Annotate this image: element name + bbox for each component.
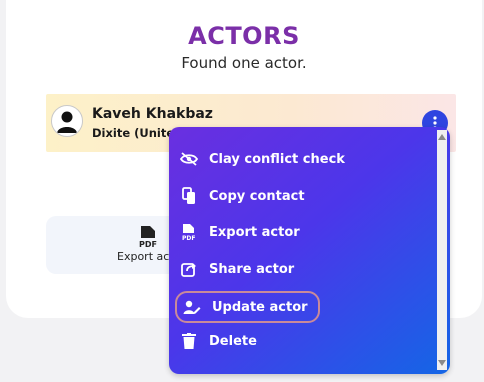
page-title: ACTORS	[188, 22, 300, 50]
results-count: Found one actor.	[181, 54, 307, 72]
conflict-check-icon	[179, 149, 199, 169]
menu-item-update-actor[interactable]: Update actor	[175, 291, 320, 323]
pdf-file-icon: PDF	[137, 225, 159, 253]
menu-item-share-actor[interactable]: Share actor	[179, 255, 294, 283]
menu-item-label: Copy contact	[209, 188, 305, 204]
scroll-up-arrow-icon[interactable]	[438, 134, 446, 140]
menu-item-export-actor[interactable]: PDF Export actor	[179, 218, 300, 246]
menu-scrollbar[interactable]	[437, 130, 447, 370]
svg-text:PDF: PDF	[139, 240, 157, 249]
menu-item-clay-conflict-check[interactable]: Clay conflict check	[179, 145, 345, 173]
actor-actions-menu: Clay conflict check Copy contact PDF Exp…	[169, 127, 450, 374]
menu-item-label: Export actor	[209, 224, 300, 240]
user-edit-icon	[182, 297, 202, 317]
trash-icon	[179, 331, 199, 351]
scroll-down-arrow-icon[interactable]	[438, 360, 446, 366]
svg-text:PDF: PDF	[182, 235, 195, 241]
menu-item-label: Update actor	[212, 299, 308, 315]
copy-icon	[179, 186, 199, 206]
menu-item-label: Share actor	[209, 261, 295, 277]
share-icon	[179, 259, 199, 279]
menu-item-label: Delete	[209, 333, 257, 349]
menu-item-label: Clay conflict check	[209, 151, 345, 167]
menu-item-delete[interactable]: Delete	[179, 327, 257, 355]
avatar-icon	[51, 105, 83, 137]
actor-name: Kaveh Khakbaz	[92, 106, 213, 122]
menu-item-copy-contact[interactable]: Copy contact	[179, 182, 305, 210]
pdf-file-icon: PDF	[179, 222, 199, 242]
